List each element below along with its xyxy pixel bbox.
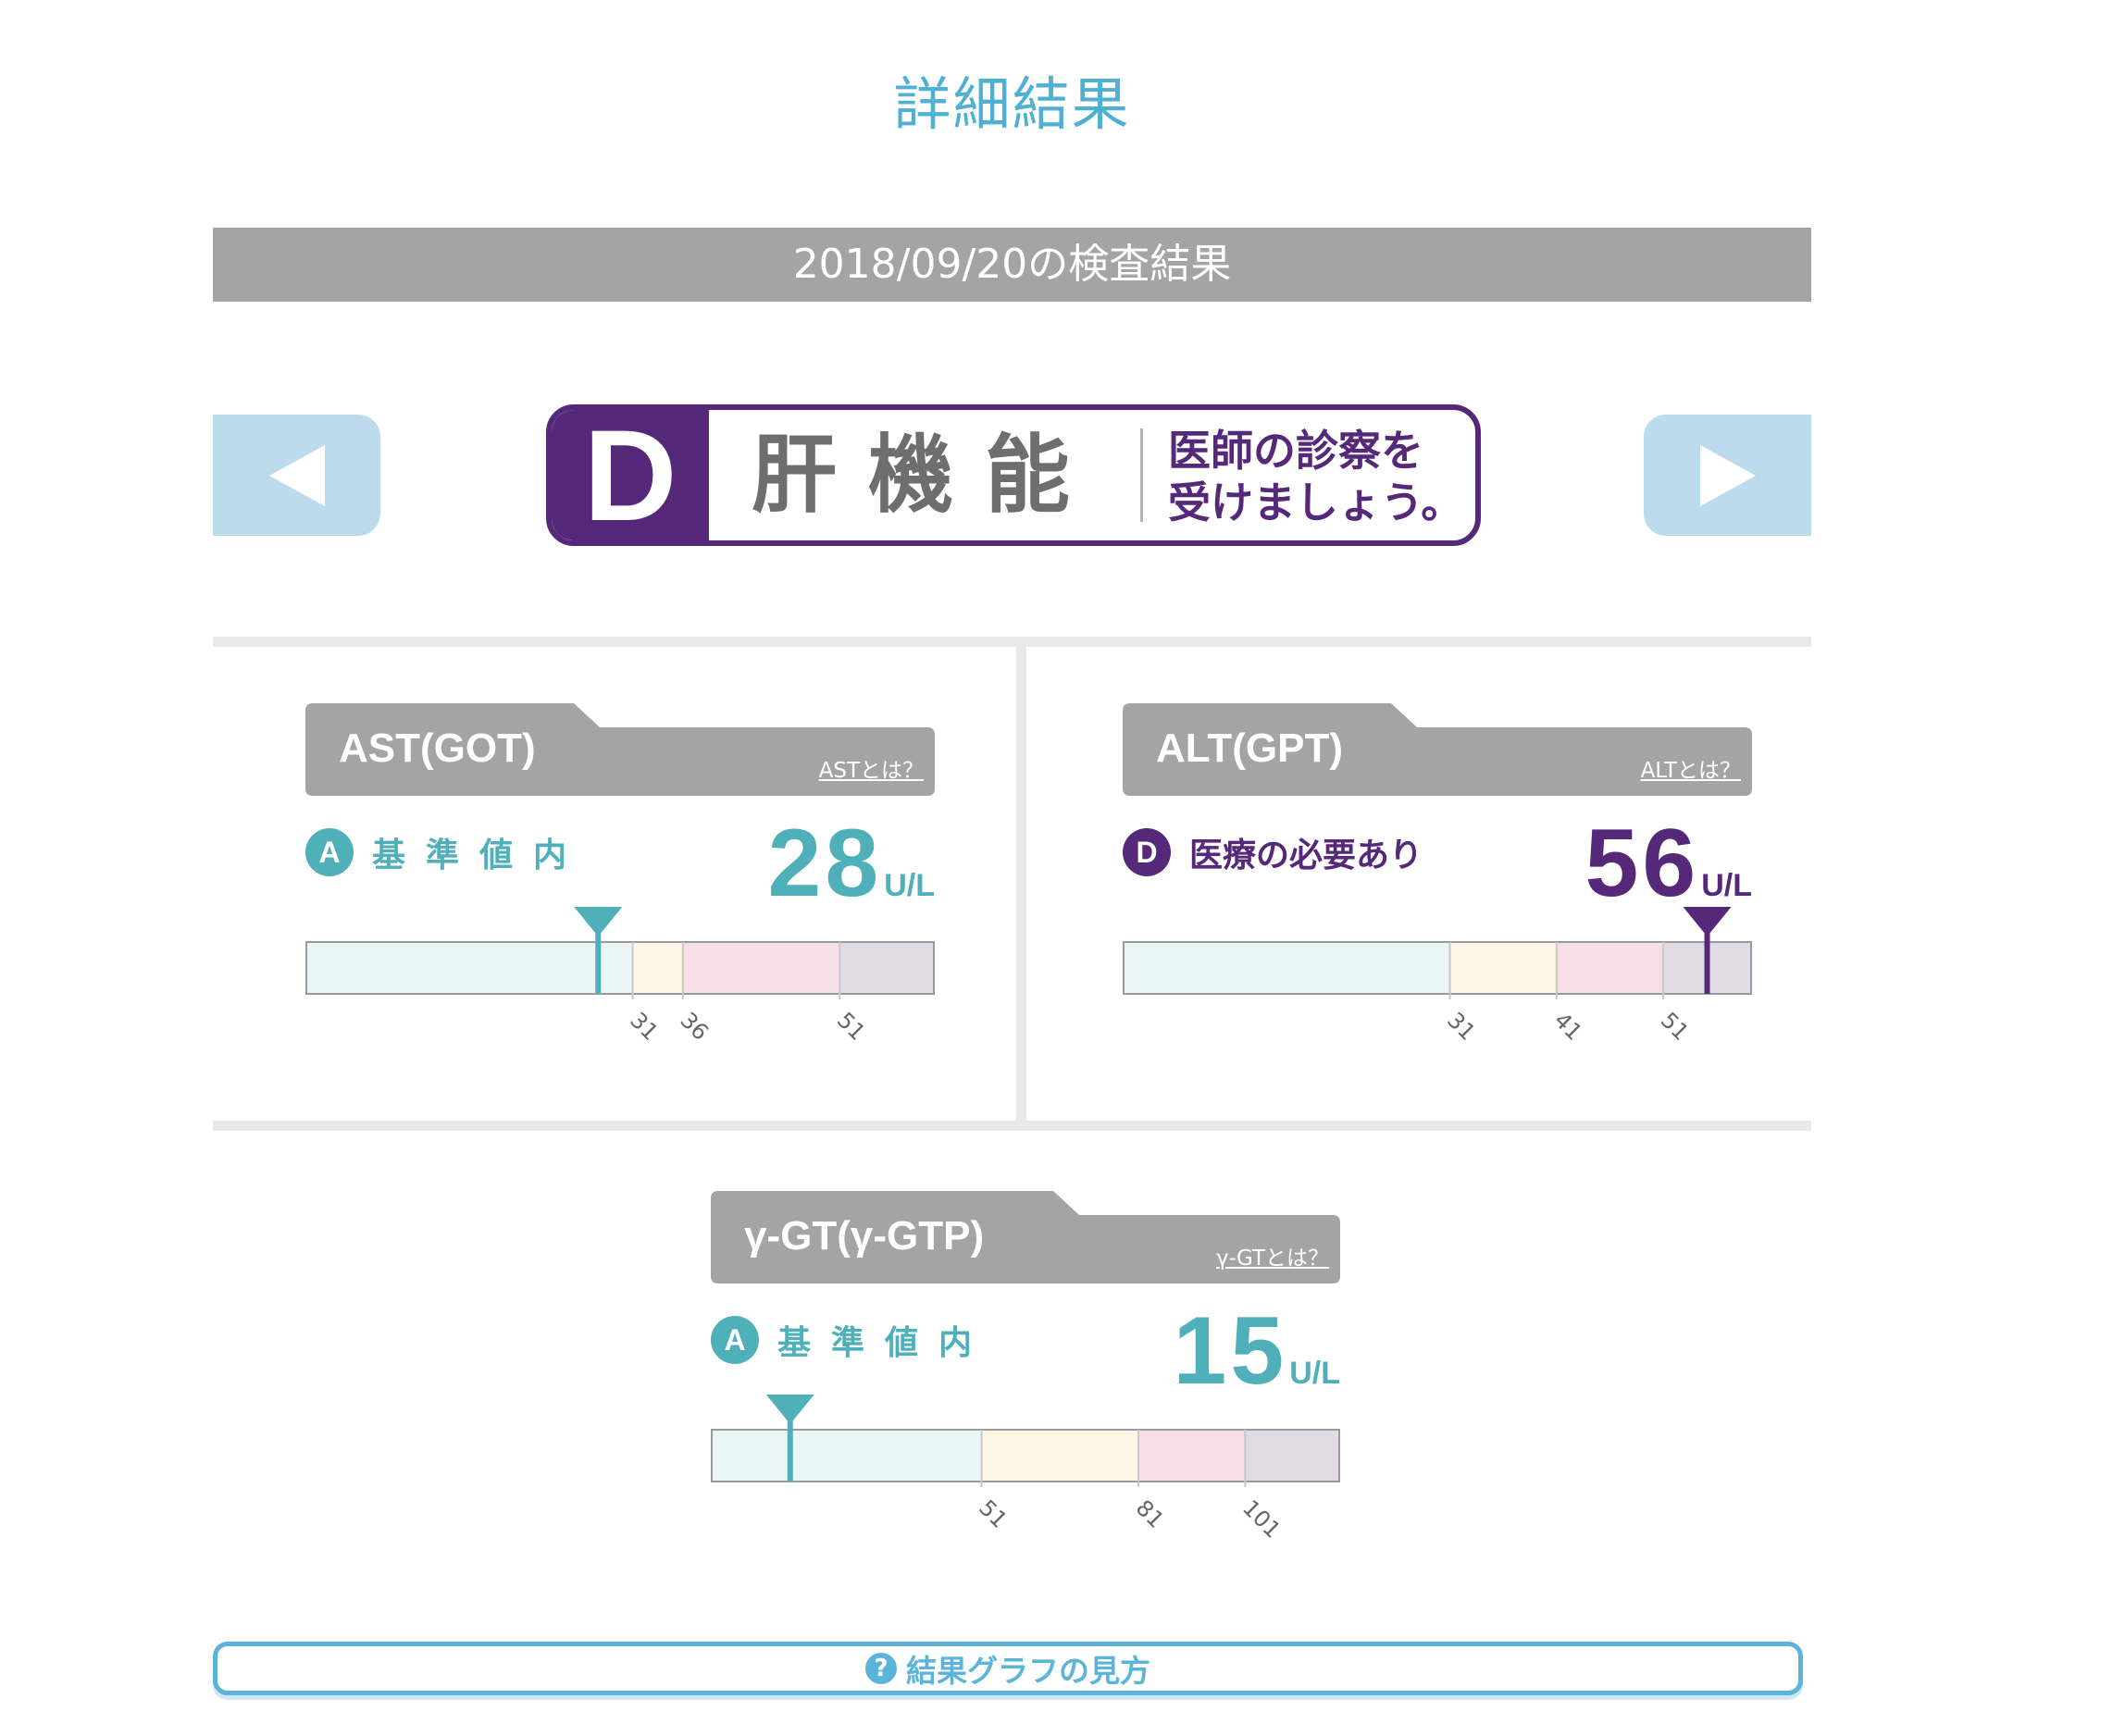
grade-banner: D 肝機能 医師の診察を 受けましょう。: [546, 404, 1481, 546]
test-card-alt: ALT(GPT) ALTとは？ D 医療の必要あり 56U/L 31 41 51: [1123, 703, 1752, 1092]
gauge-zone: [1138, 1430, 1246, 1482]
grade-message-line2: 受けましょう。: [1168, 477, 1464, 527]
test-info-link[interactable]: ASTとは？: [819, 752, 924, 784]
status-text: 基準値内: [777, 1324, 993, 1362]
gauge-tick-label: 51: [832, 1007, 870, 1045]
grid-line-vertical: [1016, 647, 1026, 1121]
next-category-button[interactable]: [1644, 415, 1811, 536]
grade-message: 医師の診察を 受けましょう。: [1168, 425, 1463, 528]
test-card-ggt: γ-GT(γ-GTP) γ-GTとは？ A 基準値内 15U/L 51 81 101: [711, 1191, 1340, 1580]
triangle-right-icon: [1699, 444, 1756, 506]
gauge-zone: [1556, 942, 1664, 994]
test-card-ast: AST(GOT) ASTとは？ A 基準値内 28U/L 31 36 51: [305, 703, 935, 1092]
test-title: γ-GT(γ-GTP): [744, 1213, 985, 1259]
grade-category: 肝機能: [751, 426, 1101, 525]
gauge-marker-arrow: [765, 1395, 814, 1424]
range-gauge: 31 41 51: [1123, 907, 1752, 1046]
test-title: ALT(GPT): [1156, 725, 1344, 771]
test-value-number: 56: [1584, 810, 1700, 917]
gauge-zone: [839, 942, 934, 994]
test-value: 15U/L: [1174, 1296, 1340, 1407]
triangle-left-icon: [268, 444, 325, 506]
how-to-read-graph-label: 結果グラフの見方: [906, 1653, 1150, 1689]
page-title: 詳細結果: [893, 70, 1131, 138]
range-gauge: 31 36 51: [305, 907, 935, 1046]
gauge-tick-label: 31: [625, 1007, 663, 1045]
status-text: 医療の必要あり: [1189, 837, 1423, 874]
grid-line-middle: [213, 1121, 1811, 1131]
test-value-unit: U/L: [1701, 868, 1752, 903]
test-value: 56U/L: [1585, 809, 1752, 919]
exam-date-bar: 2018/09/20の検査結果: [213, 228, 1811, 302]
grade-letter: D: [552, 410, 709, 540]
gauge-tick-label: 101: [1237, 1494, 1286, 1543]
gauge-tick-label: 51: [974, 1494, 1012, 1532]
how-to-read-graph-button[interactable]: ? 結果グラフの見方: [213, 1642, 1803, 1695]
gauge-zone: [1449, 942, 1557, 994]
gauge-zone: [981, 1430, 1139, 1482]
gauge-tick-label: 51: [1656, 1007, 1694, 1045]
status-text: 基準値内: [372, 837, 588, 874]
gauge-zone: [1245, 1430, 1339, 1482]
question-circle-icon: ?: [865, 1653, 897, 1684]
status-row: A 基準値内: [305, 828, 587, 876]
status-row: D 医療の必要あり: [1123, 828, 1423, 876]
grid-line-top: [213, 637, 1811, 647]
gauge-tick-label: 36: [676, 1007, 714, 1045]
gauge-marker-arrow: [574, 907, 623, 936]
gauge-marker-arrow: [1683, 907, 1732, 936]
gauge-zone: [682, 942, 840, 994]
gauge-zone: [1124, 942, 1450, 994]
status-grade-badge: A: [711, 1316, 759, 1364]
test-value-number: 15: [1173, 1297, 1288, 1405]
test-title: AST(GOT): [339, 725, 536, 771]
status-row: A 基準値内: [711, 1316, 992, 1364]
gauge-zone: [712, 1430, 982, 1482]
gauge-tick-label: 31: [1442, 1007, 1480, 1045]
status-grade-badge: A: [305, 828, 354, 876]
gauge-zone: [306, 942, 633, 994]
gauge-tick-label: 41: [1549, 1007, 1587, 1045]
grade-message-line1: 医師の診察を: [1168, 426, 1423, 476]
status-grade-badge: D: [1123, 828, 1171, 876]
test-info-link[interactable]: ALTとは？: [1641, 752, 1741, 784]
test-value: 28U/L: [768, 809, 935, 919]
test-info-link[interactable]: γ-GTとは？: [1216, 1240, 1329, 1271]
test-value-number: 28: [767, 810, 883, 917]
gauge-tick-label: 81: [1131, 1494, 1169, 1532]
banner-divider: [1140, 428, 1143, 522]
test-value-unit: U/L: [1289, 1356, 1340, 1391]
range-gauge: 51 81 101: [711, 1395, 1340, 1544]
previous-category-button[interactable]: [213, 415, 380, 536]
test-value-unit: U/L: [884, 868, 935, 903]
gauge-zone: [632, 942, 683, 994]
